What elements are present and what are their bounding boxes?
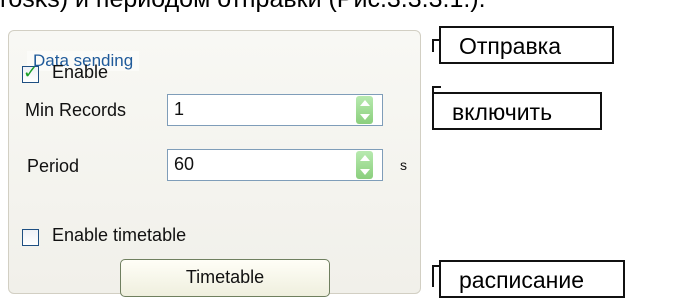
min-records-field[interactable]: 1	[167, 94, 383, 126]
data-sending-group: Data sending Enable Min Records 1 Period…	[8, 30, 421, 297]
timetable-button[interactable]: Timetable	[120, 259, 330, 297]
enable-timetable-checkbox[interactable]	[22, 229, 39, 246]
period-field[interactable]: 60	[167, 149, 383, 181]
min-records-spinner[interactable]	[356, 96, 373, 124]
schedule-callout: расписание	[439, 260, 625, 298]
enable-checkbox[interactable]	[22, 62, 39, 83]
enable-callout: включить	[432, 92, 602, 130]
min-records-label: Min Records	[25, 100, 127, 120]
period-label: Period	[27, 156, 80, 176]
min-records-value: 1	[174, 99, 185, 119]
top-caption-text: rosks) и периодом отправки (Рис.3.3.3.1.…	[0, 0, 699, 15]
enable-label: Enable	[52, 62, 109, 82]
enable-timetable-label: Enable timetable	[52, 225, 187, 245]
period-spinner[interactable]	[356, 151, 373, 179]
period-value: 60	[174, 154, 195, 174]
send-callout: Отправка	[439, 26, 614, 64]
period-unit-label: s	[400, 157, 407, 173]
